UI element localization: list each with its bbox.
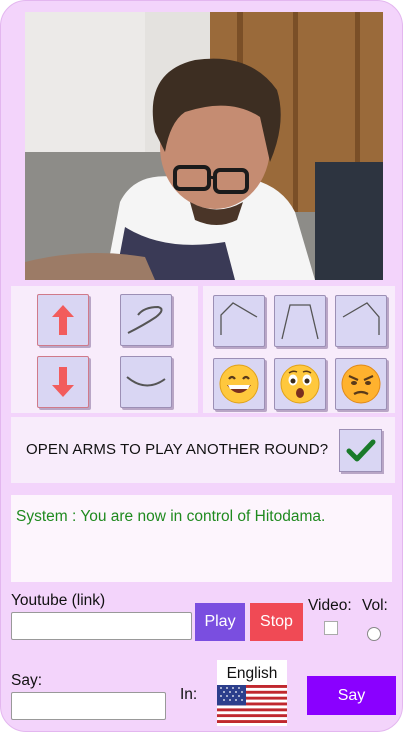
say-input[interactable] (11, 692, 166, 720)
squiggle-icon (127, 305, 163, 334)
stop-button[interactable]: Stop (250, 603, 303, 641)
say-label: Say: (11, 672, 43, 689)
arm-up-button[interactable] (37, 294, 89, 346)
video-checkbox[interactable] (324, 621, 338, 635)
emoji-grin-button[interactable] (213, 358, 265, 410)
confirm-button[interactable] (339, 429, 382, 472)
webcam-feed (25, 12, 383, 280)
pentagon-outline-icon (220, 302, 258, 335)
message-log: System : You are now in control of Hitod… (11, 495, 392, 582)
house-outline-icon (342, 302, 380, 335)
youtube-label: Youtube (link) (11, 592, 106, 609)
smile-curve-icon (126, 376, 166, 387)
grinning-face-icon (219, 364, 259, 404)
app-frame: OPEN ARMS TO PLAY ANOTHER ROUND? System … (0, 0, 403, 732)
pose-house-button[interactable] (335, 295, 387, 347)
arm-down-button[interactable] (37, 356, 89, 408)
us-flag-icon (217, 685, 287, 723)
vol-label: Vol: (362, 597, 388, 614)
surprised-face-icon (280, 364, 320, 404)
checkmark-icon (346, 439, 375, 461)
pose-trapezoid-button[interactable] (274, 295, 326, 347)
arrow-up-icon (52, 305, 74, 335)
video-label: Video: (308, 597, 352, 614)
log-message: System : You are now in control of Hitod… (16, 508, 326, 525)
arrow-down-icon (52, 367, 74, 397)
webcam-video-icon (25, 12, 383, 280)
emoji-angry-button[interactable] (335, 358, 387, 410)
play-button[interactable]: Play (195, 603, 245, 641)
language-name: English (226, 665, 278, 682)
in-label: In: (180, 686, 198, 703)
angry-face-icon (341, 364, 381, 404)
gesture-wave-button[interactable] (120, 294, 172, 346)
gesture-smile-button[interactable] (120, 356, 172, 408)
language-selector[interactable]: English (217, 660, 287, 726)
say-button[interactable]: Say (307, 676, 396, 715)
pose-pentagon-button[interactable] (213, 295, 265, 347)
trapezoid-outline-icon (281, 304, 319, 340)
prompt-question: OPEN ARMS TO PLAY ANOTHER ROUND? (26, 441, 329, 458)
emoji-surprised-button[interactable] (274, 358, 326, 410)
youtube-link-input[interactable] (11, 612, 192, 640)
vol-radio[interactable] (367, 627, 381, 641)
